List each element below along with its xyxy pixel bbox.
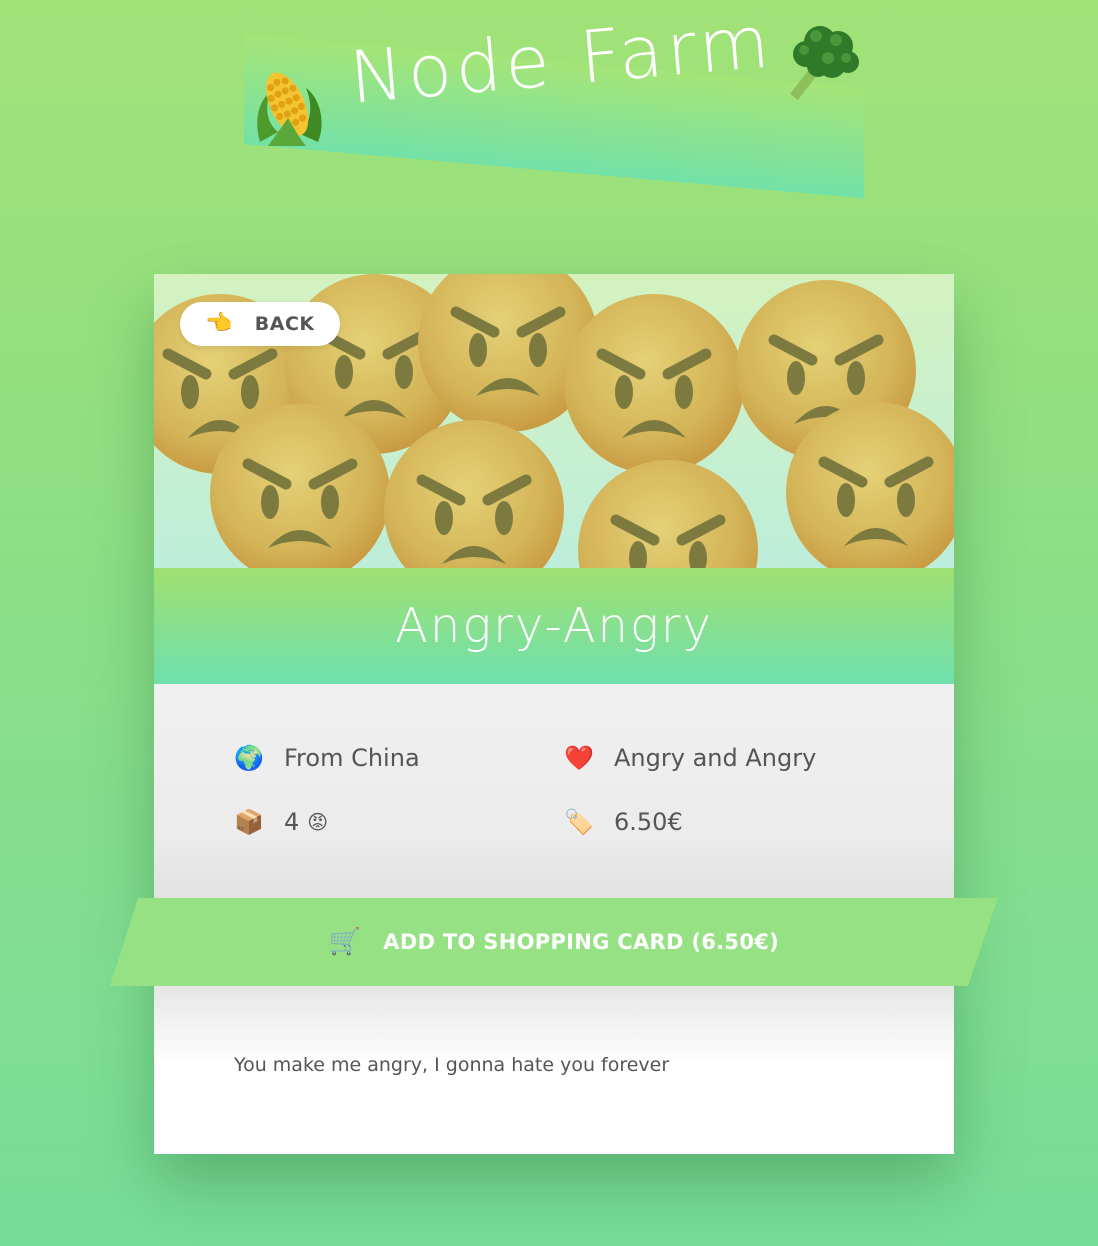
pointing-hand-icon: 👈: [205, 311, 233, 336]
product-origin: 🌍 From China: [234, 744, 420, 772]
product-price: 🏷️ 6.50€: [564, 808, 683, 836]
package-icon: 📦: [234, 808, 264, 836]
heart-icon: ❤️: [564, 744, 594, 772]
corn-icon: [248, 62, 330, 152]
product-name: Angry-Angry: [395, 598, 713, 654]
angry-face-icon: 😡: [307, 810, 329, 834]
shopping-cart-icon: 🛒: [328, 927, 362, 957]
back-label: BACK: [254, 313, 315, 335]
product-title-band: Angry-Angry: [154, 568, 954, 684]
price-tag-icon: 🏷️: [564, 808, 594, 836]
product-description: You make me angry, I gonna hate you fore…: [234, 1054, 670, 1076]
add-to-cart-button[interactable]: 🛒 ADD TO SHOPPING CARD (6.50€): [110, 898, 998, 986]
nutrients-text: Angry and Angry: [614, 744, 817, 772]
globe-icon: 🌍: [234, 744, 264, 772]
price-text: 6.50€: [614, 808, 683, 836]
product-nutrients: ❤️ Angry and Angry: [564, 744, 816, 772]
product-quantity: 📦 4 😡: [234, 808, 328, 836]
site-header: Node Farm: [0, 0, 1098, 200]
product-card: 👈 BACK Angry-Angry 🌍 From China ❤️ Angry…: [154, 274, 954, 1154]
origin-text: From China: [284, 744, 420, 772]
add-to-cart-label: ADD TO SHOPPING CARD (6.50€): [383, 930, 780, 954]
quantity-text: 4: [284, 808, 300, 836]
broccoli-icon: [776, 18, 862, 106]
product-hero-image: 👈 BACK: [154, 274, 954, 568]
cart-button-content: 🛒 ADD TO SHOPPING CARD (6.50€): [110, 898, 998, 986]
back-button[interactable]: 👈 BACK: [180, 302, 340, 346]
product-details: 🌍 From China ❤️ Angry and Angry 📦 4 😡 🏷️…: [154, 684, 954, 898]
